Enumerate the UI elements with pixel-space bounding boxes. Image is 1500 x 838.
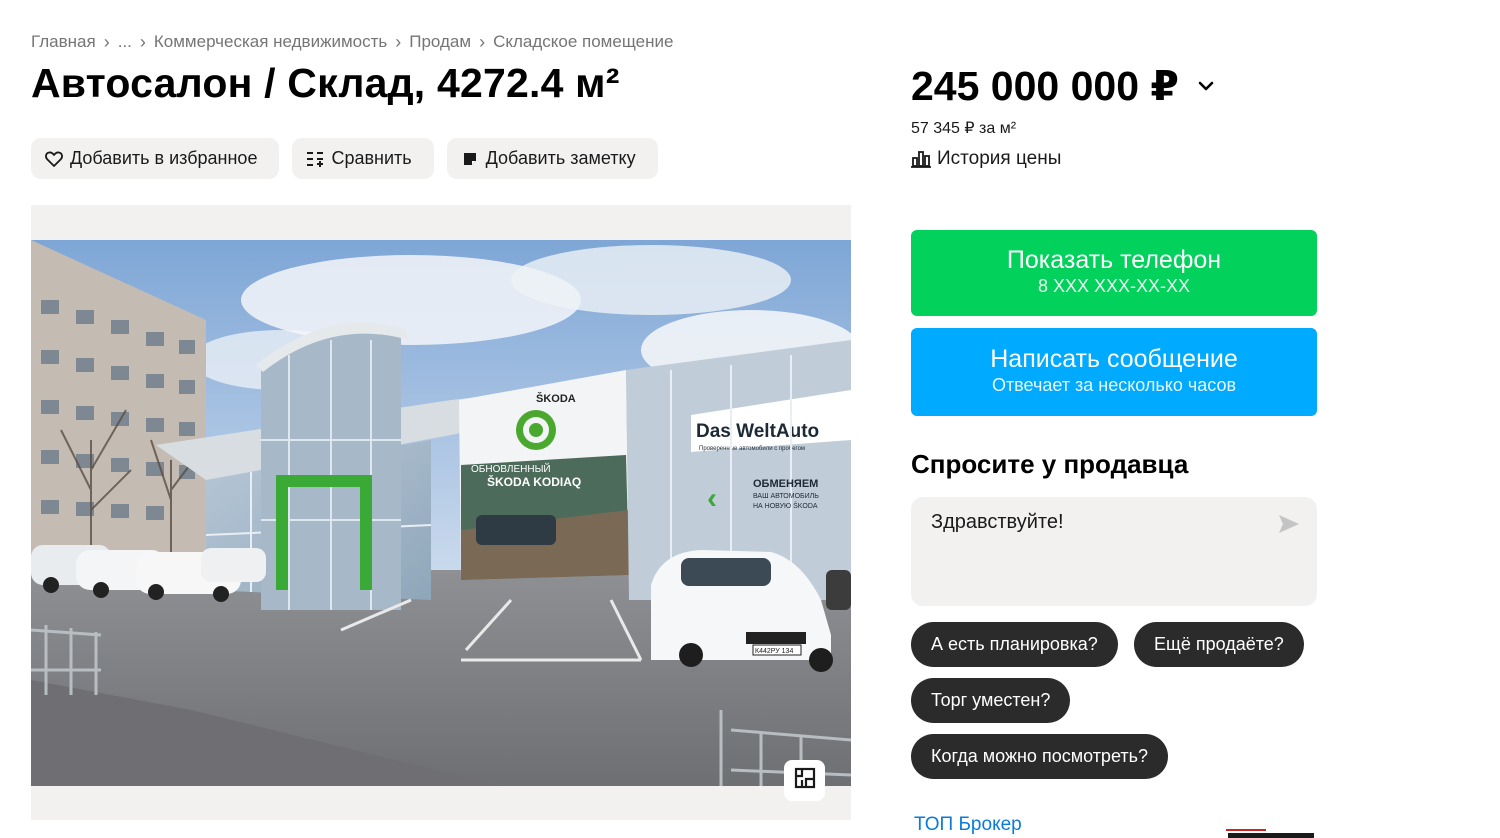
top-broker-badge[interactable]: ТОП Брокер (914, 814, 1022, 836)
breadcrumb-home[interactable]: Главная (31, 32, 96, 52)
dealer-sub-sign: Проверенные автомобили с пробегом (699, 446, 805, 452)
svg-text:‹: ‹ (707, 482, 717, 515)
price-per-m2: 57 345 ₽ за м² (911, 120, 1017, 137)
add-note-label: Добавить заметку (485, 148, 636, 168)
banner-line2: ŠKODA KODIAQ (487, 474, 581, 489)
show-phone-label: Показать телефон (1006, 246, 1222, 274)
chevron-right-icon: › (479, 31, 486, 52)
exchange-sign-line1: ВАШ АВТОМОБИЛЬ (753, 493, 819, 500)
breadcrumb-commercial[interactable]: Коммерческая недвижимость (154, 32, 387, 52)
show-phone-button[interactable]: Показать телефон 8 XXX XXX-XX-XX (911, 230, 1317, 316)
chevron-right-icon: › (103, 31, 110, 52)
listing-photo[interactable]: ŠKODA ОБНОВЛЕННЫЙ ŠKODA KODIAQ Das WeltA… (31, 240, 851, 786)
quick-question-chip[interactable]: Торг уместен? (911, 678, 1071, 723)
floor-plan-button[interactable] (784, 760, 825, 801)
car-plate: К442РУ 134 (755, 648, 793, 655)
price-history-label: История цены (937, 148, 1062, 169)
breadcrumb-ellipsis[interactable]: ... (118, 32, 132, 52)
broker-logo[interactable] (1224, 826, 1318, 838)
listing-actions: Добавить в избранное Сравнить Добавить з… (31, 138, 658, 179)
photo-gallery[interactable]: ŠKODA ОБНОВЛЕННЫЙ ŠKODA KODIAQ Das WeltA… (31, 205, 851, 820)
compare-label: Сравнить (331, 148, 412, 168)
exchange-sign-line2: НА НОВУЮ ŠKODA (753, 501, 818, 510)
quick-question-chip[interactable]: Ещё продаёте? (1134, 622, 1304, 667)
add-to-favorites-button[interactable]: Добавить в избранное (31, 138, 280, 179)
note-icon (460, 149, 480, 169)
floor-plan-icon (794, 767, 816, 794)
price: 245 000 000 ₽ (911, 62, 1217, 110)
ask-message-field[interactable]: Здравствуйте! (911, 497, 1317, 606)
price-value: 245 000 000 ₽ (911, 63, 1179, 109)
write-message-button[interactable]: Написать сообщение Отвечает за несколько… (911, 328, 1317, 416)
breadcrumb: Главная › ... › Коммерческая недвижимост… (31, 31, 673, 53)
dealer-sign: Das WeltAuto (696, 421, 819, 442)
quick-question-chip[interactable]: Когда можно посмотреть? (911, 734, 1168, 779)
banner-line1: ОБНОВЛЕННЫЙ (471, 462, 551, 475)
ask-seller-title: Спросите у продавца (911, 449, 1189, 479)
masked-phone: 8 XXX XXX-XX-XX (1037, 276, 1191, 296)
page-title: Автосалон / Склад, 4272.4 м² (31, 60, 620, 106)
write-message-label: Написать сообщение (990, 345, 1238, 373)
add-note-button[interactable]: Добавить заметку (446, 138, 658, 179)
breadcrumb-warehouse[interactable]: Складское помещение (493, 32, 673, 52)
add-to-favorites-label: Добавить в избранное (70, 148, 258, 168)
breadcrumb-sell[interactable]: Продам (409, 32, 471, 52)
bar-chart-icon (911, 150, 931, 168)
price-history-link[interactable]: История цены (911, 148, 1061, 170)
ask-message-text: Здравствуйте! (931, 511, 1064, 533)
compare-button[interactable]: Сравнить (292, 138, 434, 179)
response-time: Отвечает за несколько часов (991, 375, 1237, 395)
exchange-sign-title: ОБМЕНЯЕМ (753, 478, 818, 490)
quick-question-chip[interactable]: А есть планировка? (911, 622, 1118, 667)
compare-icon (305, 149, 325, 169)
chevron-right-icon: › (395, 31, 402, 52)
chevron-down-icon[interactable] (1195, 75, 1217, 97)
send-icon[interactable] (1277, 513, 1301, 541)
skoda-brand-sign: ŠKODA (536, 392, 576, 405)
heart-icon (44, 149, 64, 169)
chevron-right-icon: › (139, 31, 146, 52)
